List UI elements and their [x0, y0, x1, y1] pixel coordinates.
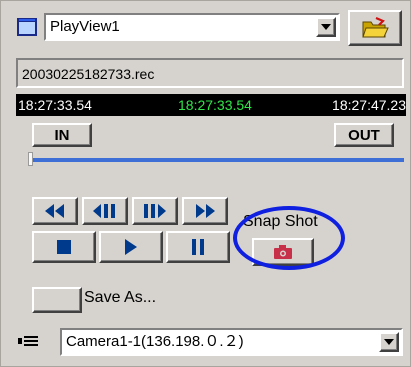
- view-select[interactable]: PlayView1: [44, 13, 340, 41]
- view-select-dropdown-button[interactable]: [316, 17, 336, 37]
- step-back-button[interactable]: [82, 197, 128, 225]
- play-icon: [125, 239, 137, 255]
- view-icon: [16, 16, 38, 38]
- camera-select[interactable]: Camera1-1(136.198.０.２): [60, 328, 403, 356]
- stop-button[interactable]: [32, 231, 96, 263]
- time-start: 18:27:33.54: [18, 97, 92, 113]
- step-forward-icon: [144, 204, 166, 218]
- open-folder-button[interactable]: [348, 10, 402, 46]
- play-button[interactable]: [99, 231, 163, 263]
- stop-icon: [57, 240, 71, 254]
- rewind-icon: [45, 204, 64, 218]
- out-button[interactable]: OUT: [334, 123, 394, 147]
- position-slider-thumb[interactable]: [28, 152, 33, 166]
- recording-filename-field: 20030225182733.rec: [16, 58, 404, 88]
- position-slider-track[interactable]: [30, 158, 404, 162]
- time-end: 18:27:47.23: [332, 97, 406, 113]
- camera-select-value: Camera1-1(136.198.０.２): [66, 333, 244, 350]
- in-button[interactable]: IN: [32, 123, 92, 147]
- step-forward-button[interactable]: [132, 197, 178, 225]
- save-as-button[interactable]: [32, 287, 82, 313]
- playback-panel: PlayView1 20030225182733.rec 18:27:33.54…: [0, 0, 411, 367]
- pause-icon: [192, 239, 204, 255]
- rewind-button[interactable]: [32, 197, 78, 225]
- camera-list-icon: [18, 334, 40, 348]
- recording-filename: 20030225182733.rec: [22, 66, 155, 82]
- in-button-label: IN: [54, 126, 70, 144]
- camera-select-dropdown-button[interactable]: [379, 332, 399, 352]
- step-back-icon: [93, 204, 115, 218]
- chevron-down-icon: [321, 24, 331, 30]
- save-as-label: Save As...: [84, 289, 157, 306]
- view-select-value: PlayView1: [50, 18, 120, 35]
- highlight-ring: [233, 206, 345, 270]
- chevron-down-icon: [384, 339, 394, 345]
- out-button-label: OUT: [348, 126, 380, 144]
- fast-forward-icon: [196, 204, 215, 218]
- open-folder-icon: [362, 16, 389, 38]
- time-display: 18:27:33.54 18:27:33.54 18:27:47.23: [16, 94, 406, 116]
- fast-forward-button[interactable]: [182, 197, 228, 225]
- pause-button[interactable]: [166, 231, 230, 263]
- time-current: 18:27:33.54: [178, 97, 252, 113]
